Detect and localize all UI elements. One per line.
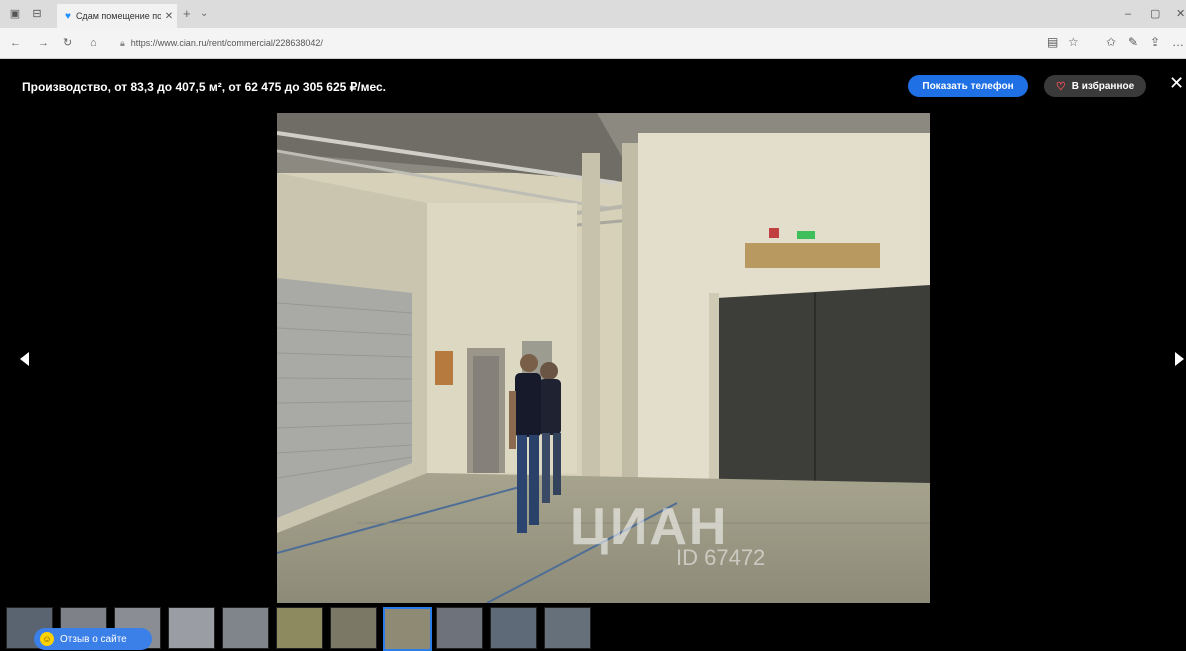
thumbnail[interactable] — [544, 607, 591, 649]
thumbnail-active[interactable] — [383, 607, 432, 651]
close-window-icon[interactable]: ✕ — [1176, 8, 1185, 20]
close-viewer-icon[interactable]: ✕ — [1169, 74, 1184, 92]
next-photo-arrow-icon[interactable] — [1175, 352, 1184, 366]
lock-icon: 🔒︎ — [120, 37, 125, 48]
tab-title: Сдам помещение под — [75, 11, 161, 21]
cian-favicon-icon: ♥ — [65, 10, 71, 22]
new-tab-icon[interactable]: + — [183, 7, 191, 21]
refresh-icon[interactable]: ↻ — [63, 37, 72, 49]
tab-preview-icon[interactable]: ▣ — [8, 7, 22, 21]
reading-view-icon[interactable]: ▤ — [1047, 36, 1058, 49]
smiley-icon: ☺ — [40, 632, 54, 646]
thumbnail[interactable] — [330, 607, 377, 649]
show-phone-button[interactable]: Показать телефон — [908, 75, 1028, 97]
favorite-star-icon[interactable]: ☆ — [1068, 36, 1079, 49]
listing-title: Производство, от 83,3 до 407,5 м², от 62… — [22, 80, 387, 94]
watermark-id: ID 67472 — [676, 545, 766, 570]
minimize-icon[interactable]: – — [1125, 8, 1131, 20]
web-note-icon[interactable]: ✎ — [1128, 36, 1138, 49]
thumbnail[interactable] — [436, 607, 483, 649]
back-icon[interactable]: ← — [10, 37, 21, 49]
feedback-label: Отзыв о сайте — [60, 633, 127, 645]
photo-viewer: Производство, от 83,3 до 407,5 м², от 62… — [0, 59, 1186, 651]
restore-icon[interactable]: ▢ — [1150, 8, 1160, 20]
close-tab-icon[interactable]: ✕ — [161, 11, 177, 22]
url-text: https://www.cian.ru/rent/commercial/2286… — [130, 38, 323, 48]
favorite-label: В избранное — [1071, 80, 1135, 92]
add-to-favorites-button[interactable]: ♡ В избранное — [1044, 75, 1146, 97]
address-field[interactable]: 🔒︎ https://www.cian.ru/rent/commercial/2… — [120, 34, 1035, 52]
thumbnail[interactable] — [222, 607, 269, 649]
set-tabs-aside-icon[interactable]: ⊟ — [30, 7, 44, 21]
share-icon[interactable]: ⇪ — [1150, 36, 1160, 49]
site-feedback-button[interactable]: ☺ Отзыв о сайте — [34, 628, 152, 650]
address-toolbar: ← → ↻ ⌂ 🔒︎ https://www.cian.ru/rent/comm… — [0, 28, 1186, 59]
more-icon[interactable]: … — [1172, 36, 1184, 49]
forward-icon[interactable]: → — [38, 37, 49, 49]
thumbnail[interactable] — [276, 607, 323, 649]
thumbnail[interactable] — [490, 607, 537, 649]
home-icon[interactable]: ⌂ — [90, 37, 97, 49]
previous-photo-arrow-icon[interactable] — [20, 352, 29, 366]
thumbnail[interactable] — [168, 607, 215, 649]
favorites-hub-icon[interactable]: ✩ — [1106, 36, 1116, 49]
browser-tab[interactable]: ♥ Сдам помещение под ✕ — [57, 4, 177, 28]
heart-icon: ♡ — [1055, 80, 1066, 93]
chevron-down-icon[interactable]: ⌄ — [200, 7, 208, 21]
browser-tab-bar: ▣ ⊟ ♥ Сдам помещение под ✕ + ⌄ – ▢ ✕ — [0, 0, 1186, 28]
